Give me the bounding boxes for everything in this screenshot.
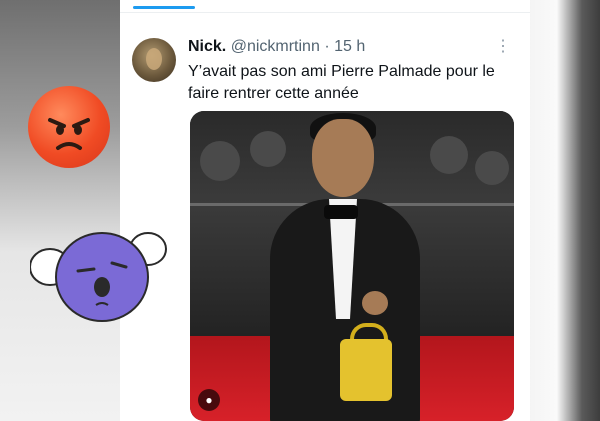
bow-tie: [324, 205, 358, 219]
handle[interactable]: @nickmrtinn: [231, 38, 320, 55]
person-head: [312, 119, 374, 197]
avatar[interactable]: [132, 38, 176, 82]
hand: [362, 291, 388, 315]
separator: ·: [324, 38, 330, 55]
timestamp[interactable]: 15 h: [334, 38, 365, 55]
tab-indicator: [133, 6, 195, 9]
more-options-icon[interactable]: ⋮: [495, 36, 512, 56]
koala-icon: [29, 225, 170, 325]
media-badge-icon[interactable]: ●: [198, 389, 220, 411]
background-right: [528, 0, 600, 421]
display-name[interactable]: Nick.: [188, 38, 226, 55]
background-left: [0, 0, 120, 421]
tweet-text: Y’avait pas son ami Pierre Palmade pour …: [188, 63, 495, 102]
tweet-media[interactable]: ●: [190, 111, 514, 421]
tweet-card[interactable]: Nick. @nickmrtinn · 15 h ⋮ Y’avait pas s…: [120, 0, 530, 421]
divider: [120, 12, 530, 13]
yellow-bag: [340, 339, 392, 401]
tweet-header: Nick. @nickmrtinn · 15 h: [188, 38, 365, 56]
angry-emoji-icon: [28, 86, 110, 168]
